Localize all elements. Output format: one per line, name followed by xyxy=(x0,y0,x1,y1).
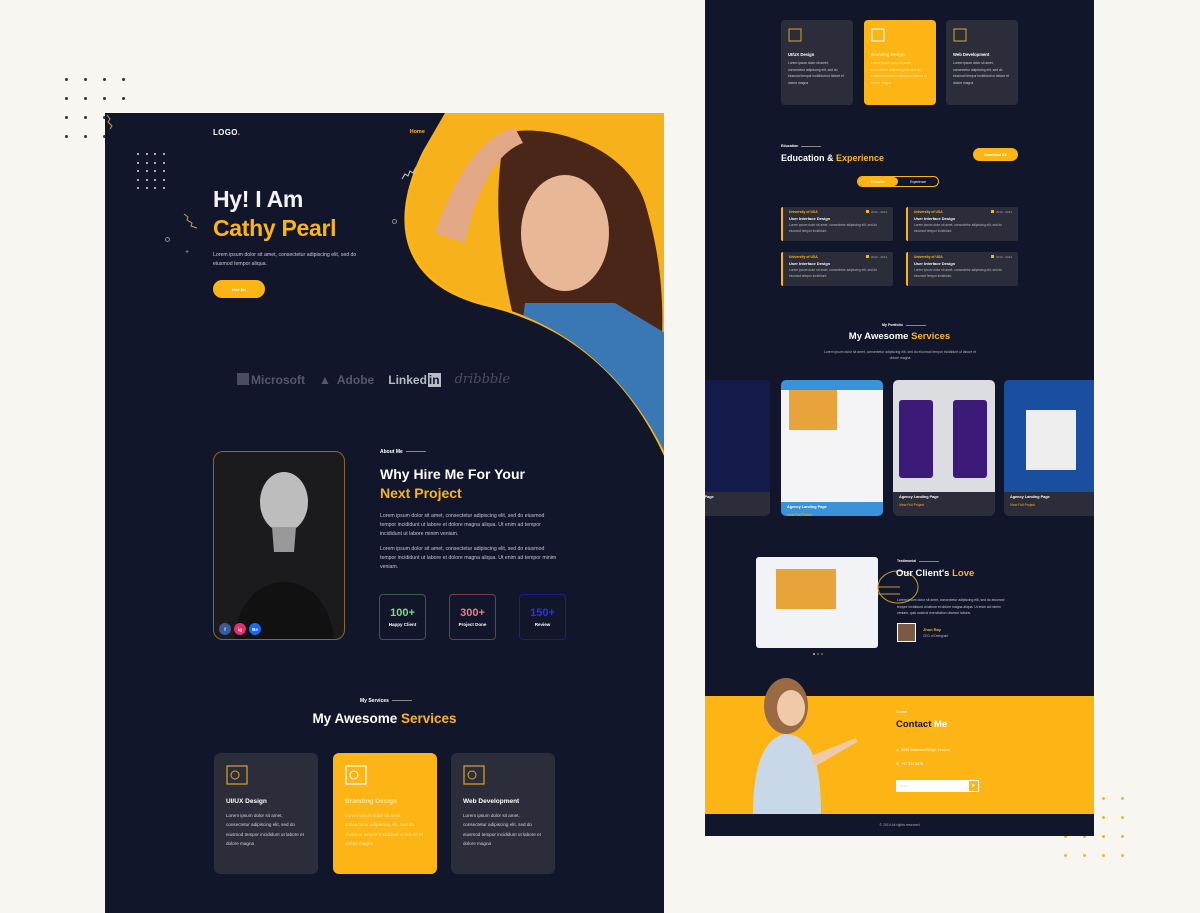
gear-puzzle-icon xyxy=(953,28,967,42)
portfolio-card[interactable]: Agency Landing Page View Full Project xyxy=(781,380,883,516)
contact-title: Contact Me xyxy=(896,719,948,730)
contact-eyebrow: Contact xyxy=(896,710,907,714)
service-card-webdev[interactable]: Web Development Lorem ipsum dolor sit ame… xyxy=(946,20,1018,105)
testimonial-title: Our Client's Love xyxy=(896,568,975,579)
client-role: CEO of Delegrant xyxy=(923,634,949,638)
education-title: Education & Experience xyxy=(781,153,885,163)
plus-decoration: + xyxy=(185,249,190,256)
contact-address: ◎ 4246 Waterloo Bridge, London. xyxy=(896,748,951,752)
service-card-webdev[interactable]: Web Development Lorem ipsum dolor sit ame… xyxy=(451,753,555,874)
landing-page-preview-right: UI/UX Design Lorem ipsum dolor sit amet, … xyxy=(705,0,1094,836)
gear-puzzle-icon xyxy=(345,765,367,785)
about-paragraph-2: Lorem ipsum dolor sit amet, consectetur … xyxy=(380,546,557,570)
education-item: University of USA 2012 - 2014 User Interfa… xyxy=(906,252,1018,286)
stats: 100+ Happy Client 300+ Project Done 150+ Re… xyxy=(379,594,566,640)
portfolio-description: Lorem ipsum dolor sit amet, consectetur … xyxy=(823,350,977,360)
linkedin-logo: Linked in xyxy=(388,372,441,387)
testimonial-quote: Lorem ipsum dolor sit amet, consectetur … xyxy=(897,598,1005,615)
circle-decoration xyxy=(165,237,170,242)
dribbble-logo: dribbble xyxy=(454,372,511,387)
education-item: University of USA 2012 - 2014 User Interfa… xyxy=(906,207,1018,241)
footer-copyright: © 2019 All rights reserved xyxy=(705,814,1094,836)
behance-icon[interactable]: Be xyxy=(249,623,261,635)
hero-description: Lorem ipsum dolor sit amet, consectetur … xyxy=(213,252,357,267)
portfolio-card[interactable]: Agency Landing Page View Full Project xyxy=(1004,380,1094,516)
download-cv-button[interactable]: Download CV xyxy=(973,148,1018,161)
service-card-branding[interactable]: Branding Design Lorem ipsum dolor sit ame… xyxy=(333,753,437,874)
about-title: Why Hire Me For Your Next Project xyxy=(380,466,525,501)
portfolio-title: My Awesome Services xyxy=(848,331,951,342)
gear-puzzle-icon xyxy=(871,28,885,42)
microsoft-logo: Microsoft xyxy=(237,372,305,387)
zigzag-decoration xyxy=(183,213,198,229)
adobe-logo: ▲ Adobe xyxy=(319,372,375,387)
client-avatar xyxy=(897,623,916,642)
hero-title: Hy! I Am Cathy Pearl xyxy=(213,186,337,241)
testimonial-image xyxy=(756,557,878,648)
email-input[interactable]: Email xyxy=(896,780,968,792)
gear-puzzle-icon xyxy=(788,28,802,42)
gear-puzzle-icon xyxy=(226,765,248,785)
about-photo-card: f ig Be xyxy=(213,451,345,640)
facebook-icon[interactable]: f xyxy=(219,623,231,635)
zigzag-decoration xyxy=(106,114,113,130)
hire-me-button[interactable]: Hire Me xyxy=(213,280,265,298)
gear-puzzle-icon xyxy=(463,765,485,785)
hero-photo xyxy=(404,113,664,456)
education-item: University of USA 2012 - 2014 User Interfa… xyxy=(781,252,893,286)
education-tabs: Education Experience xyxy=(857,176,939,187)
service-card-branding[interactable]: Branding Design Lorem ipsum dolor sit ame… xyxy=(864,20,936,105)
portfolio-card[interactable]: Agency Landing Page View Full Project xyxy=(893,380,995,516)
brand-logos: Microsoft ▲ Adobe Linked in dribbble xyxy=(237,372,510,387)
service-card-uiux[interactable]: UI/UX Design Lorem ipsum dolor sit amet, … xyxy=(214,753,318,874)
tab-education[interactable]: Education xyxy=(858,177,898,186)
portrait-photo xyxy=(234,472,334,639)
instagram-icon[interactable]: ig xyxy=(234,623,246,635)
tab-experience[interactable]: Experience xyxy=(898,177,938,186)
about-paragraph-1: Lorem ipsum dolor sit amet, consectetur … xyxy=(380,513,545,537)
contact-phone: ✆ +92 334 5678 xyxy=(896,762,924,766)
education-eyebrow: Education xyxy=(781,144,821,148)
testimonial-dots xyxy=(813,653,823,655)
logo[interactable]: LOGO. xyxy=(213,128,240,137)
portfolio-card[interactable]: Agency Landing Page xyxy=(705,380,770,516)
phone-icon: ✆ xyxy=(896,762,900,766)
testimonial-eyebrow: Testimonial xyxy=(897,559,939,563)
services-eyebrow: My Services xyxy=(360,698,412,704)
stat-project-done: 300+ Project Done xyxy=(449,594,496,640)
dot-grid-decoration: for(let i=0;i<20;i++)document.write('<sp… xyxy=(137,153,171,190)
services-title: My Awesome Services xyxy=(312,711,457,726)
stat-review: 150+ Review xyxy=(519,594,566,640)
portfolio-eyebrow: My Portfolio xyxy=(882,323,926,327)
contact-section: Contact Contact Me ◎ 4246 Waterloo Bridg… xyxy=(705,678,1094,814)
landing-page-preview-left: for(let i=0;i<20;i++)document.write('<sp… xyxy=(105,113,664,913)
location-pin-icon: ◎ xyxy=(896,748,900,752)
client-name: Jhon Ray xyxy=(923,627,942,632)
contact-person-photo xyxy=(753,678,857,814)
education-item: University of USA 2012 - 2014 User Interfa… xyxy=(781,207,893,241)
send-button[interactable]: ➤ xyxy=(968,780,979,792)
service-card-uiux[interactable]: UI/UX Design Lorem ipsum dolor sit amet, … xyxy=(781,20,853,105)
about-eyebrow: About Me xyxy=(380,449,426,455)
stat-happy-client: 100+ Happy Client xyxy=(379,594,426,640)
